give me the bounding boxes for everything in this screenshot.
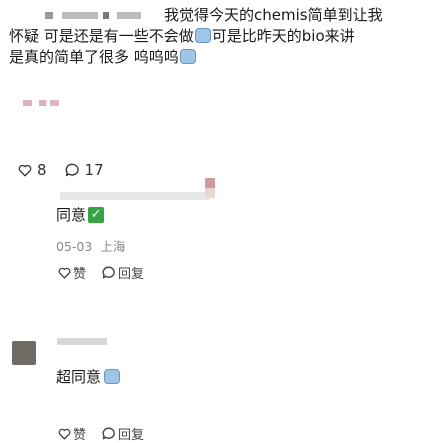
heart-outline-icon — [58, 428, 71, 440]
comment-count: 17 — [84, 161, 104, 179]
post-text-line2b: 可是比昨天的bio来讲 — [211, 27, 355, 45]
heart-outline-icon — [58, 267, 71, 279]
comment-2-reply-button[interactable]: 回复 — [102, 424, 144, 443]
comment-1-location: 上海 — [100, 239, 126, 254]
comment-1-date: 05-03 — [56, 239, 93, 254]
like-label: 赞 — [73, 267, 87, 282]
chat-bubble-icon — [102, 266, 115, 279]
commenter-name-redacted — [57, 338, 107, 345]
comment-2-text: 超同意 — [56, 368, 102, 386]
comment-1-like-button[interactable]: 赞 — [58, 263, 86, 282]
chat-bubble-icon — [102, 427, 115, 440]
chat-bubble-icon — [65, 163, 79, 177]
commenter-name-redacted — [60, 192, 210, 200]
comment-1-actions: 赞 回复 — [58, 263, 144, 282]
post-content: 我觉得今天的chemis简单到让我 怀疑 可是还是有一些不会做 可是比昨天的bio… — [9, 5, 429, 68]
sweat-face-emoji-icon — [179, 49, 196, 64]
comment-1-meta: 05-03 上海 — [56, 236, 125, 255]
post-text-line3: 是真的简单了很多 呜呜呜 — [9, 48, 179, 66]
redacted-image-strip — [23, 100, 59, 106]
comment-1-text: 同意 — [56, 206, 87, 224]
post-text-line1: 我觉得今天的chemis简单到让我 — [164, 6, 383, 24]
comment-1-body: 同意 ✓ — [56, 204, 105, 225]
green-check-icon: ✓ — [88, 206, 105, 223]
sweat-face-emoji-icon — [194, 28, 211, 43]
sweat-face-emoji-icon — [104, 369, 121, 384]
like-count: 8 — [37, 161, 47, 179]
commenter-avatar-redacted — [205, 178, 215, 198]
like-stat[interactable]: 8 — [18, 161, 47, 179]
heart-outline-icon — [18, 164, 32, 176]
comment-2-body: 超同意 — [56, 366, 121, 387]
reply-label: 回复 — [118, 428, 145, 443]
post-text-line2a: 怀疑 可是还是有一些不会做 — [9, 27, 194, 45]
commenter-avatar[interactable] — [12, 341, 36, 365]
comment-stat[interactable]: 17 — [65, 161, 104, 179]
reply-label: 回复 — [118, 267, 145, 282]
like-label: 赞 — [73, 428, 87, 443]
post-stats: 8 17 — [18, 161, 104, 179]
author-name-redacted — [9, 5, 164, 26]
comment-2-actions: 赞 回复 — [58, 424, 144, 443]
comment-2-like-button[interactable]: 赞 — [58, 424, 86, 443]
comment-1-reply-button[interactable]: 回复 — [102, 263, 144, 282]
